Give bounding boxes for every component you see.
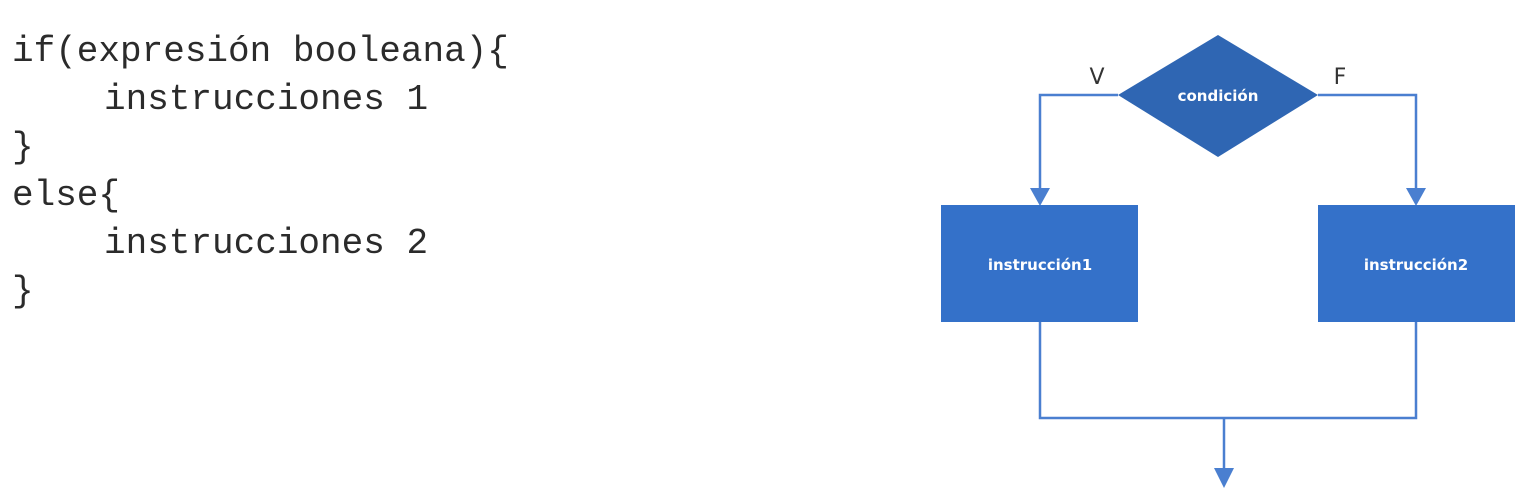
merge-connector (1038, 322, 1418, 420)
false-branch-label: F (1334, 65, 1347, 90)
true-branch-connector (1038, 93, 1118, 190)
false-instruction-label: instrucción2 (1364, 256, 1468, 274)
flowchart: condición V F instrucción1 instrucción2 (941, 35, 1515, 488)
exit-arrowhead (1214, 468, 1234, 488)
false-branch-connector (1318, 93, 1418, 190)
true-branch-arrowhead (1030, 188, 1050, 206)
true-branch-label: V (1089, 65, 1104, 90)
decision-label: condición (1178, 87, 1259, 105)
true-instruction-label: instrucción1 (988, 256, 1092, 274)
false-branch-arrowhead (1406, 188, 1426, 206)
